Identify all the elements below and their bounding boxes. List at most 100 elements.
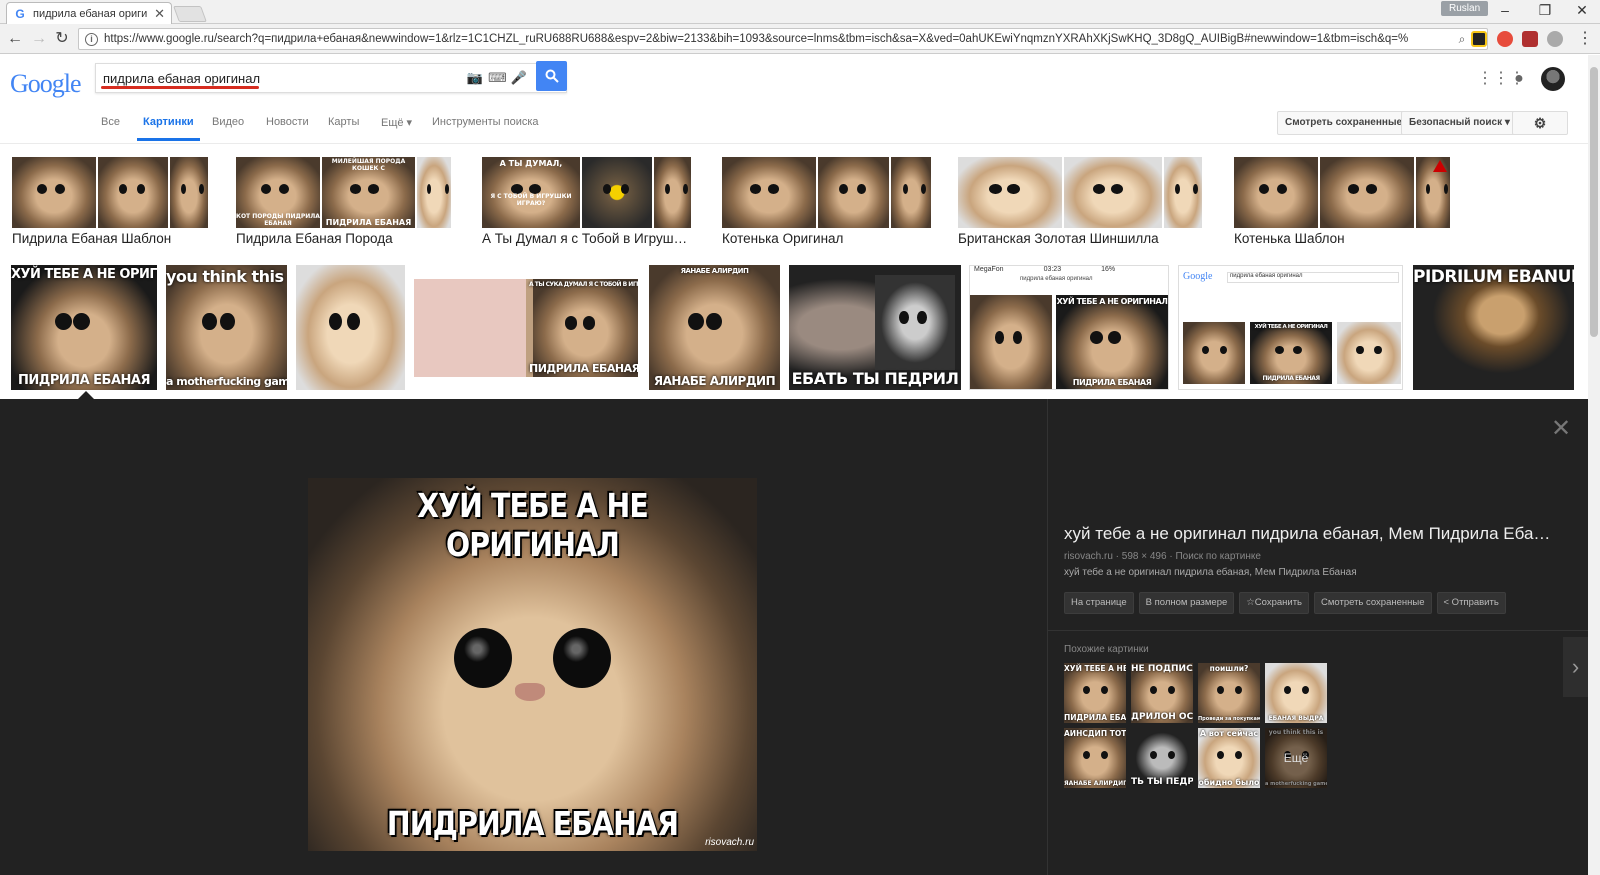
tab-news[interactable]: Новости [266,116,309,128]
google-favicon-icon: G [15,6,25,21]
preview-caption-bottom: ПИДРИЛА ЕБАНАЯ [386,804,679,843]
image-results-row: ХУЙ ТЕБЕ А НЕ ОРИГИНАЛ ПИДРИЛА ЕБАНАЯ yo… [0,265,1588,390]
keyboard-icon[interactable]: ⌨ [488,71,507,85]
image-result[interactable]: ЕБАТЬ ТЫ ПЕДРИЛ [789,265,961,390]
address-toolbar: ← → ↻ i https://www.google.ru/search?q=п… [0,24,1600,54]
forward-icon[interactable]: → [30,30,48,48]
image-caption: Проведи за покупками [1198,716,1260,722]
url-text: https://www.google.ru/search?q=пидрила+е… [104,33,1409,45]
more-similar-button[interactable]: Ещё [1265,728,1327,788]
image-result[interactable]: А ТЫ СУКА ДУМАЛ Я С ТОБОЙ В ИГРУШКИ ПИДР… [414,279,638,377]
similar-image[interactable]: АИНСДИП ТОТС ЗДЕ ЯАНАБЕ АЛИРДИП [1064,728,1126,788]
viewer-divider [1047,399,1048,875]
search-input[interactable]: пидрила ебаная оригинал [103,71,466,86]
related-item[interactable]: Котенька Оригинал [722,157,931,246]
microphone-icon[interactable]: 🎤 [510,71,528,85]
restore-icon[interactable]: ❐ [1530,2,1560,19]
extension-icon[interactable] [1547,31,1563,47]
image-caption: пидрила ебаная оригинал [1227,272,1399,283]
similar-image[interactable]: you think this is a motherfucking game? Ещ… [1265,728,1327,788]
search-zoom-icon[interactable]: ⌕ [1459,32,1466,47]
search-tabs: Все Картинки Видео Новости Карты Ещё ▾ И… [0,102,1588,144]
image-result[interactable]: you think this is a motherfucking game? [166,265,287,390]
profile-name[interactable]: Ruslan [1441,1,1489,16]
save-button[interactable]: ☆Сохранить [1239,592,1309,614]
safe-search-button[interactable]: Безопасный поиск ▾ [1401,111,1518,135]
image-caption: ХУЙ ТЕБЕ А НЕ ОРИГИНАЛ [11,267,157,282]
image-result[interactable]: ХУЙ ТЕБЕ А НЕ ОРИГИНАЛ ПИДРИЛА ЕБАНАЯ [11,265,157,390]
image-result[interactable] [296,265,405,390]
new-tab-button[interactable] [173,6,207,22]
image-caption: НЕ ПОДПИСАЛСЯ [1131,664,1193,674]
tab-all[interactable]: Все [101,116,120,128]
image-result[interactable]: ЯАНАБЕ АЛИРДИП ЯАНАБЕ АЛИРДИП [649,265,780,390]
address-bar[interactable]: i https://www.google.ru/search?q=пидрила… [78,28,1488,50]
image-caption: ЯАНАБЕ АЛИРДИП [653,374,776,388]
similar-image[interactable]: ТЬ ТЫ ПЕДРИ [1131,728,1193,788]
next-image-icon[interactable]: › [1563,637,1588,697]
image-caption: ЕБАНАЯ ВЫДРА [1268,715,1324,722]
gear-icon[interactable]: ⚙ [1512,111,1568,135]
related-item[interactable]: А ТЫ ДУМАЛ, Я С ТОБОЙ В ИГРУШКИ ИГРАЮ? А … [482,157,692,246]
minimize-icon[interactable]: – [1490,2,1520,18]
notifications-icon[interactable]: ● [1509,69,1529,89]
back-icon[interactable]: ← [6,30,24,48]
image-result[interactable]: MegaFon 03:23 16% пидрила ебаная оригинал … [969,265,1169,390]
thumb-caption: МИЛЕЙШАЯ ПОРОДА КОШЕК С [331,158,406,172]
image-caption: Google [1183,271,1213,282]
image-result[interactable]: Google пидрила ебаная оригинал ХУЙ ТЕБЕ … [1178,265,1403,390]
image-meta[interactable]: risovach.ru · 598 × 496 · Поиск по карти… [1064,551,1261,562]
google-logo[interactable]: Google [10,69,82,99]
camera-icon[interactable]: 📷 [466,71,484,85]
image-caption: ПИДРИЛА ЕБАНАЯ [18,373,150,388]
image-caption: АИНСДИП ТОТС ЗДЕ [1064,729,1126,738]
extension-icon[interactable] [1522,31,1538,47]
related-item[interactable]: Котенька Шаблон [1234,157,1450,246]
image-viewer-panel: ХУЙ ТЕБЕ А НЕ ОРИГИНАЛ ПИДРИЛА ЕБАНАЯ ri… [0,399,1588,875]
tab-more[interactable]: Ещё ▾ [381,116,412,129]
reload-icon[interactable]: ↻ [53,30,71,48]
preview-image[interactable]: ХУЙ ТЕБЕ А НЕ ОРИГИНАЛ ПИДРИЛА ЕБАНАЯ ri… [308,478,757,851]
search-button[interactable] [536,61,567,91]
related-item[interactable]: Британская Золотая Шиншилла [958,157,1202,246]
similar-image[interactable]: ЕБАНАЯ ВЫДРА [1265,663,1327,723]
menu-icon[interactable]: ⋮ [1576,30,1594,48]
browser-tab[interactable]: G пидрила ебаная оригин ✕ [6,2,172,24]
related-label: Котенька Шаблон [1234,231,1345,246]
saved-images-button[interactable]: Смотреть сохраненные [1277,111,1411,135]
tab-video[interactable]: Видео [212,116,244,128]
similar-image[interactable]: поишли? Проведи за покупками [1198,663,1260,723]
extension-icon[interactable] [1471,31,1487,47]
similar-image[interactable]: НЕ ПОДПИСАЛСЯ ДРИЛОН ОСТАЛ [1131,663,1193,723]
page-scrollbar[interactable] [1588,55,1600,875]
close-icon[interactable]: ✕ [1551,414,1571,443]
image-caption: пидрила ебаная оригинал [1020,276,1093,282]
close-tab-icon[interactable]: ✕ [154,6,165,22]
image-result[interactable]: PIDRILUM EBANUM [1413,265,1574,390]
related-item[interactable]: КОТ ПОРОДЫ ПИДРИЛА ЕБАНАЯ МИЛЕЙШАЯ ПОРОД… [236,157,451,246]
share-button[interactable]: < Отправить [1436,592,1506,614]
view-saved-button[interactable]: Смотреть сохраненные [1314,592,1432,614]
apps-grid-icon[interactable]: ⋮⋮⋮ [1477,69,1525,89]
similar-image[interactable]: ХУЙ ТЕБЕ А НЕ ОРИГИНА ПИДРИЛА ЕБАНАЯ [1064,663,1126,723]
thumb-caption: А ТЫ ДУМАЛ, [499,159,563,168]
scrollbar-thumb[interactable] [1590,67,1598,337]
thumb-caption: КОТ ПОРОДЫ ПИДРИЛА ЕБАНАЯ [236,213,320,227]
search-box[interactable]: пидрила ебаная оригинал 📷 ⌨ 🎤 [95,63,567,93]
image-caption: ЕБАТЬ ТЫ ПЕДРИЛ [791,369,959,388]
extension-icon[interactable] [1497,31,1513,47]
close-window-icon[interactable]: ✕ [1567,2,1597,19]
avatar[interactable] [1541,67,1565,91]
similar-images: ХУЙ ТЕБЕ А НЕ ОРИГИНА ПИДРИЛА ЕБАНАЯ НЕ П… [1064,663,1332,788]
visit-page-button[interactable]: На странице [1064,592,1134,614]
tab-search-tools[interactable]: Инструменты поиска [432,116,539,128]
image-title[interactable]: хуй тебе а не оригинал пидрила ебаная, М… [1064,524,1550,544]
related-item[interactable]: Пидрила Ебаная Шаблон [12,157,208,246]
similar-image[interactable]: А вот сейчас обидно было [1198,728,1260,788]
tab-images[interactable]: Картинки [137,116,200,141]
tab-maps[interactable]: Карты [328,116,359,128]
related-label: Британская Золотая Шиншилла [958,231,1159,246]
info-icon[interactable]: i [85,32,98,46]
full-size-button[interactable]: В полном размере [1138,592,1235,614]
divider [1048,630,1588,631]
